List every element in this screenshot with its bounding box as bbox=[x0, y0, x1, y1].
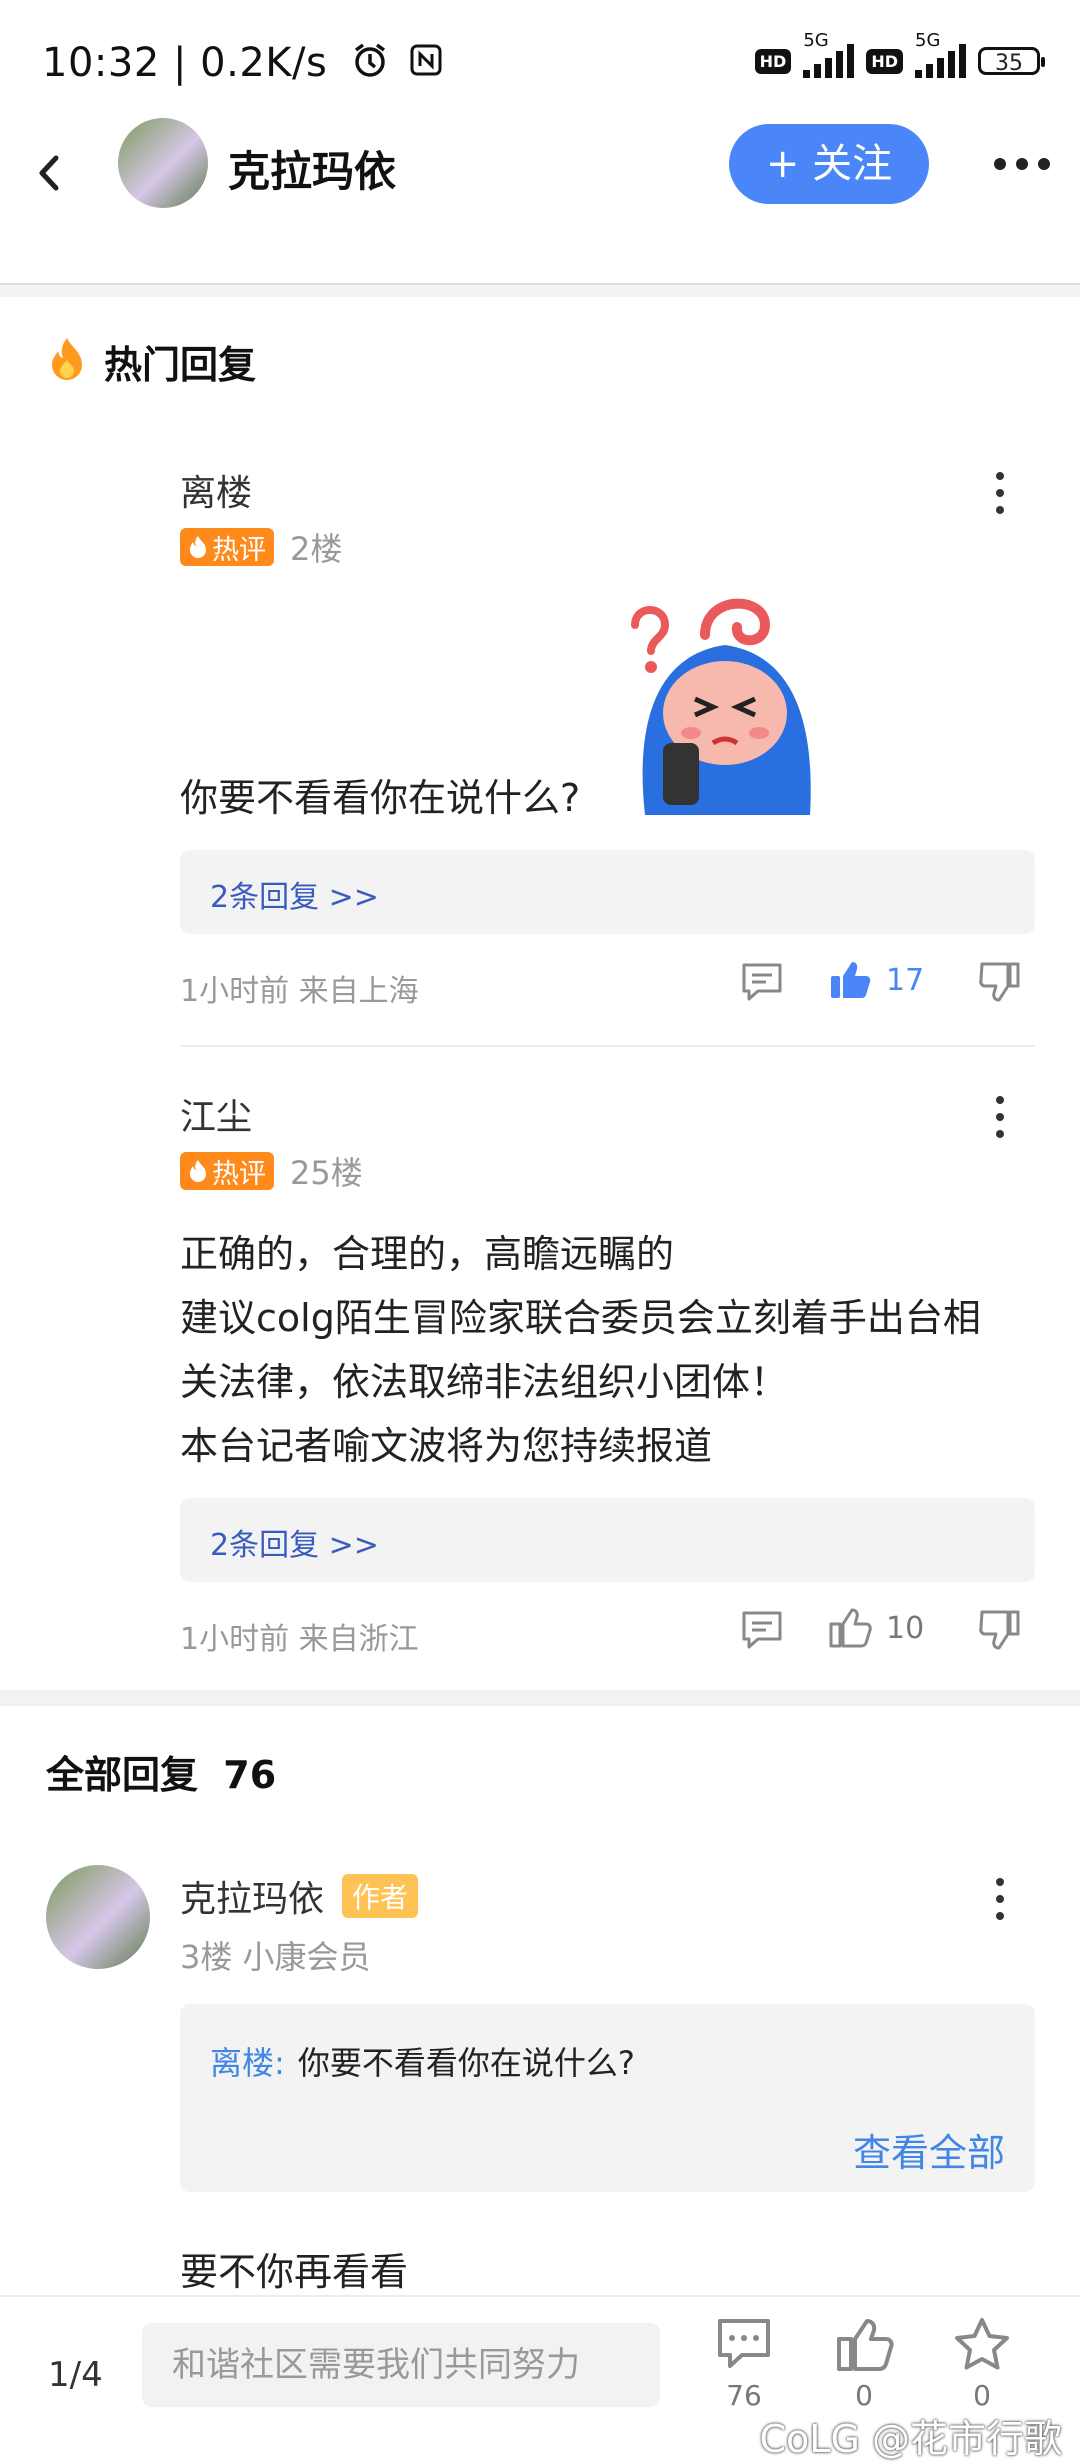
status-bar: 10:32 | 0.2K/s HD 5G HD 5G 35 bbox=[0, 0, 1080, 120]
follow-button[interactable]: + 关注 bbox=[729, 124, 929, 204]
comment-text: 你要不看看你在说什么? bbox=[180, 776, 581, 820]
reply-avatar[interactable] bbox=[46, 1865, 150, 1969]
all-replies-label: 全部回复 bbox=[46, 1753, 199, 1797]
all-replies-count: 76 bbox=[223, 1753, 277, 1797]
author-badge: 作者 bbox=[342, 1874, 419, 1918]
floor-number: 2楼 bbox=[290, 530, 343, 568]
comment-line: 本台记者喻文波将为您持续报道 bbox=[180, 1424, 713, 1468]
comment-meta-row: 热评 2楼 bbox=[180, 524, 342, 570]
status-time: 10:32 | 0.2K/s bbox=[42, 40, 444, 89]
comment-icon bbox=[742, 963, 782, 1001]
dislike-button-2[interactable] bbox=[978, 1608, 1022, 1656]
quote-line: 离楼: 你要不看看你在说什么? bbox=[210, 2038, 635, 2084]
section-gap bbox=[0, 285, 1080, 297]
reply-icon-button-2[interactable] bbox=[738, 1608, 786, 1658]
like-count: 17 bbox=[886, 962, 925, 998]
like-button[interactable]: 17 bbox=[828, 958, 924, 1002]
comment-input[interactable]: 和谐社区需要我们共同努力 bbox=[142, 2323, 660, 2407]
fire-small-icon bbox=[190, 536, 206, 558]
replies-box[interactable]: 2条回复 >> bbox=[180, 850, 1035, 934]
avatar[interactable] bbox=[118, 118, 208, 208]
thumbs-up-filled-icon bbox=[831, 962, 871, 998]
reply-menu-button[interactable] bbox=[995, 1878, 1005, 1920]
replies-box-2[interactable]: 2条回复 >> bbox=[180, 1498, 1035, 1582]
hot-badge-label: 热评 bbox=[212, 534, 266, 566]
hot-badge: 热评 bbox=[180, 528, 274, 566]
network-type-2: 5G bbox=[915, 30, 941, 51]
quote-box[interactable]: 离楼: 你要不看看你在说什么? 查看全部 bbox=[180, 2004, 1035, 2192]
time-location: 1小时前 来自上海 bbox=[180, 974, 419, 1009]
like-post-button[interactable]: 0 bbox=[834, 2315, 894, 2412]
star-icon bbox=[955, 2318, 1009, 2370]
comment-menu-button[interactable] bbox=[995, 472, 1005, 514]
time-location-2: 1小时前 来自浙江 bbox=[180, 1622, 419, 1657]
chevron-left-icon bbox=[39, 155, 59, 191]
comment-username[interactable]: 离楼 bbox=[180, 464, 252, 516]
comment-line: 建议colg陌生冒险家联合委员会立刻着手出台相 bbox=[180, 1296, 981, 1340]
favorite-button[interactable]: 0 bbox=[952, 2315, 1012, 2412]
comment-bubble-icon bbox=[718, 2319, 770, 2368]
sticker-image bbox=[625, 595, 825, 815]
reply-username[interactable]: 克拉玛依 bbox=[180, 1870, 324, 1922]
dislike-button[interactable] bbox=[978, 960, 1022, 1008]
thumbs-up-icon bbox=[837, 2319, 894, 2371]
signal-icon-2: 5G bbox=[915, 30, 966, 78]
thumbs-down-icon bbox=[979, 1610, 1020, 1650]
quote-username[interactable]: 离楼: bbox=[210, 2044, 285, 2082]
like-button-2[interactable]: 10 bbox=[828, 1606, 924, 1650]
thumbs-up-icon bbox=[829, 1608, 872, 1648]
status-time-text: 10:32 | 0.2K/s bbox=[42, 40, 328, 86]
network-type: 5G bbox=[803, 30, 829, 51]
watermark: CoLG @花市行歌 bbox=[759, 2417, 1062, 2461]
like-count-2: 10 bbox=[886, 1610, 925, 1646]
status-indicators: HD 5G HD 5G 35 bbox=[754, 30, 1045, 78]
floor-number-2: 25楼 bbox=[290, 1154, 363, 1192]
hd-badge-2: HD bbox=[866, 48, 903, 74]
more-options-button[interactable] bbox=[994, 158, 1050, 170]
hot-badge-2: 热评 bbox=[180, 1152, 274, 1190]
page-indicator[interactable]: 1/4 bbox=[48, 2355, 103, 2395]
nfc-icon bbox=[408, 42, 444, 88]
reply-meta: 3楼 小康会员 bbox=[180, 1938, 371, 1976]
reply-icon-button[interactable] bbox=[738, 960, 786, 1010]
page-title: 克拉玛依 bbox=[228, 147, 397, 196]
comment-username-2[interactable]: 江尘 bbox=[180, 1088, 252, 1140]
all-replies-title: 全部回复 76 bbox=[46, 1744, 276, 1799]
comments-button[interactable]: 76 bbox=[714, 2315, 774, 2412]
hd-badge: HD bbox=[754, 48, 792, 74]
comment-separator bbox=[180, 1045, 1035, 1047]
fire-small-icon bbox=[190, 1160, 206, 1182]
fire-icon bbox=[46, 336, 88, 386]
quote-text: 你要不看看你在说什么? bbox=[297, 2044, 635, 2082]
view-replies-link[interactable]: 2条回复 >> bbox=[210, 872, 379, 916]
reply-header: 克拉玛依 作者 bbox=[180, 1870, 419, 1922]
comment-menu-button-2[interactable] bbox=[995, 1096, 1005, 1138]
hot-badge-label: 热评 bbox=[212, 1158, 266, 1190]
thumbs-down-icon bbox=[979, 962, 1020, 1002]
top-header: 克拉玛依 + 关注 bbox=[0, 118, 1080, 285]
signal-icon: 5G bbox=[803, 30, 855, 78]
comment-line: 关法律，依法取缔非法组织小团体！ bbox=[180, 1360, 789, 1404]
comment-icon bbox=[742, 1611, 782, 1649]
comment-meta-row-2: 热评 25楼 bbox=[180, 1148, 363, 1194]
back-button[interactable] bbox=[30, 148, 70, 198]
comment-line: 正确的，合理的，高瞻远瞩的 bbox=[180, 1232, 675, 1276]
view-replies-link-2[interactable]: 2条回复 >> bbox=[210, 1520, 379, 1564]
alarm-icon bbox=[351, 41, 389, 89]
battery-icon: 35 bbox=[978, 47, 1045, 76]
hot-section-title: 热门回复 bbox=[104, 343, 257, 387]
view-all-link[interactable]: 查看全部 bbox=[853, 2122, 1005, 2177]
section-gap-2 bbox=[0, 1690, 1080, 1706]
comment-text-2: 正确的，合理的，高瞻远瞩的 建议colg陌生冒险家联合委员会立刻着手出台相 关法… bbox=[180, 1222, 1050, 1478]
